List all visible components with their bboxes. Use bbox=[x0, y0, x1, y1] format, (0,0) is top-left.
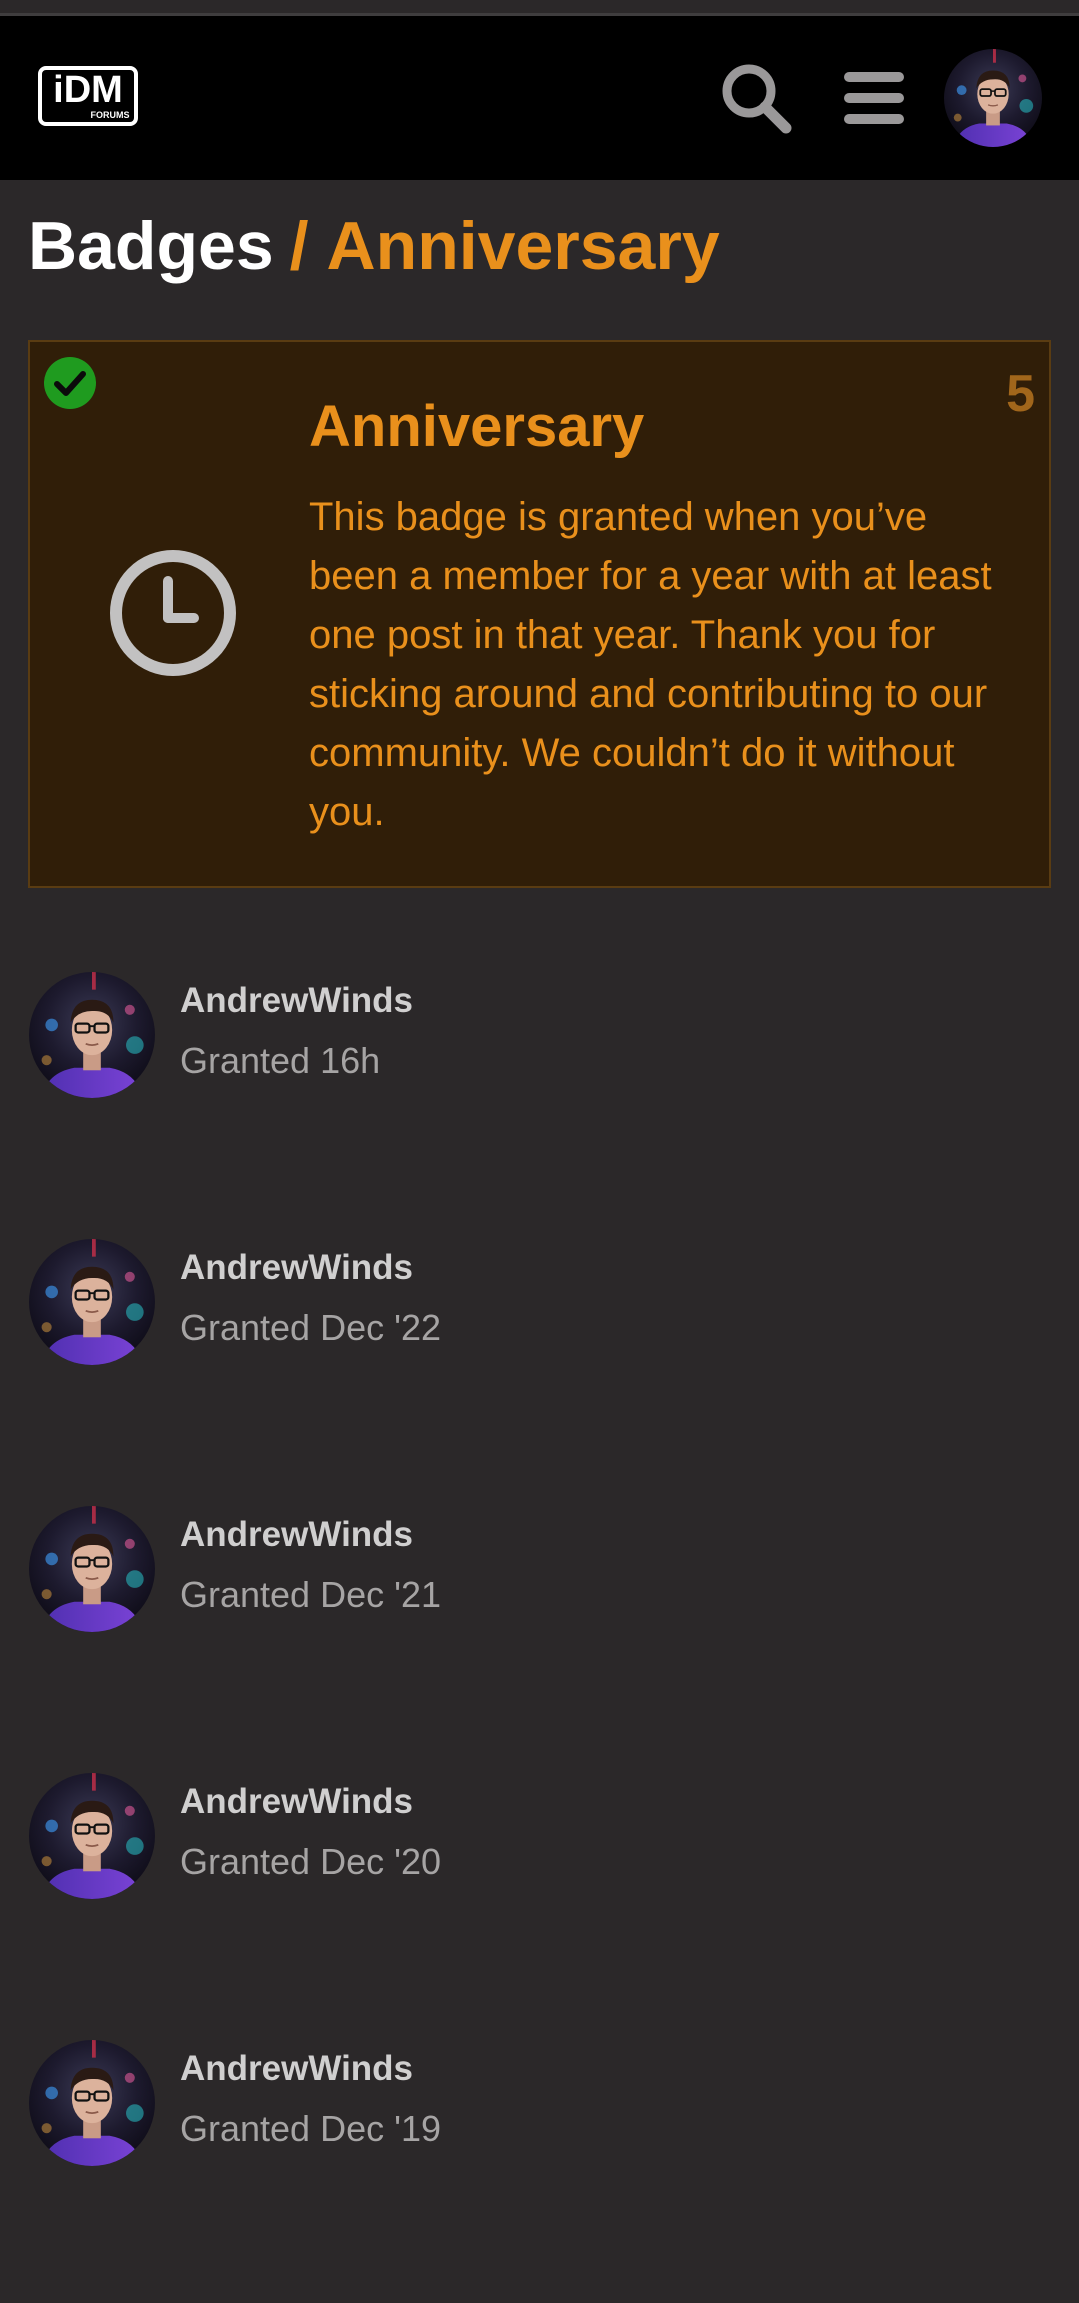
breadcrumb-separator: / bbox=[289, 208, 309, 284]
username-link[interactable]: AndrewWinds bbox=[180, 2046, 413, 2092]
user-avatar[interactable] bbox=[29, 2040, 155, 2166]
idm-logo-icon: iDM FORUMS bbox=[38, 66, 138, 126]
current-user-avatar[interactable] bbox=[944, 49, 1042, 147]
user-avatar[interactable] bbox=[29, 1239, 155, 1365]
badge-title[interactable]: Anniversary bbox=[309, 392, 644, 462]
username-link[interactable]: AndrewWinds bbox=[180, 1512, 413, 1558]
breadcrumb: Badges / Anniversary bbox=[28, 206, 720, 286]
granted-date[interactable]: Granted Dec '21 bbox=[180, 1572, 441, 1618]
badge-grant-count: 5 bbox=[1006, 365, 1035, 423]
site-header: iDM FORUMS bbox=[0, 16, 1079, 180]
granted-date[interactable]: Granted Dec '20 bbox=[180, 1839, 441, 1885]
granted-date[interactable]: Granted 16h bbox=[180, 1038, 380, 1084]
avatar-image bbox=[29, 972, 155, 1098]
search-icon bbox=[722, 64, 792, 134]
avatar-image bbox=[29, 2040, 155, 2166]
hamburger-menu-icon bbox=[844, 72, 904, 124]
user-avatar[interactable] bbox=[29, 1773, 155, 1899]
granted-users-list: AndrewWinds Granted 16h AndrewWinds Gran… bbox=[0, 968, 1079, 2303]
clock-icon bbox=[110, 550, 236, 676]
username-link[interactable]: AndrewWinds bbox=[180, 1779, 413, 1825]
user-avatar[interactable] bbox=[29, 1506, 155, 1632]
badge-card: 5 Anniversary This badge is granted when… bbox=[28, 340, 1051, 888]
avatar-image bbox=[29, 1773, 155, 1899]
list-item: AndrewWinds Granted Dec '22 bbox=[0, 1235, 1079, 1502]
search-button[interactable] bbox=[718, 60, 794, 136]
avatar-image bbox=[29, 1239, 155, 1365]
list-item: AndrewWinds Granted 16h bbox=[0, 968, 1079, 1235]
avatar-image bbox=[944, 49, 1042, 147]
status-bar-divider bbox=[0, 0, 1079, 16]
breadcrumb-current: Anniversary bbox=[326, 208, 720, 284]
breadcrumb-badges-link[interactable]: Badges bbox=[28, 208, 274, 284]
avatar-image bbox=[29, 1506, 155, 1632]
logo-text: iDM bbox=[53, 69, 123, 111]
user-avatar[interactable] bbox=[29, 972, 155, 1098]
granted-date[interactable]: Granted Dec '19 bbox=[180, 2106, 441, 2152]
site-logo[interactable]: iDM FORUMS bbox=[38, 66, 138, 128]
username-link[interactable]: AndrewWinds bbox=[180, 1245, 413, 1291]
list-item: AndrewWinds Granted Dec '20 bbox=[0, 1769, 1079, 2036]
username-link[interactable]: AndrewWinds bbox=[180, 978, 413, 1024]
badge-description: This badge is granted when you’ve been a… bbox=[309, 495, 992, 834]
list-item: AndrewWinds Granted Dec '21 bbox=[0, 1502, 1079, 1769]
logo-subtext: FORUMS bbox=[91, 110, 130, 120]
menu-button[interactable] bbox=[838, 64, 910, 132]
list-item: AndrewWinds Granted Dec '19 bbox=[0, 2036, 1079, 2303]
granted-date[interactable]: Granted Dec '22 bbox=[180, 1305, 441, 1351]
check-circle-icon bbox=[44, 357, 96, 409]
